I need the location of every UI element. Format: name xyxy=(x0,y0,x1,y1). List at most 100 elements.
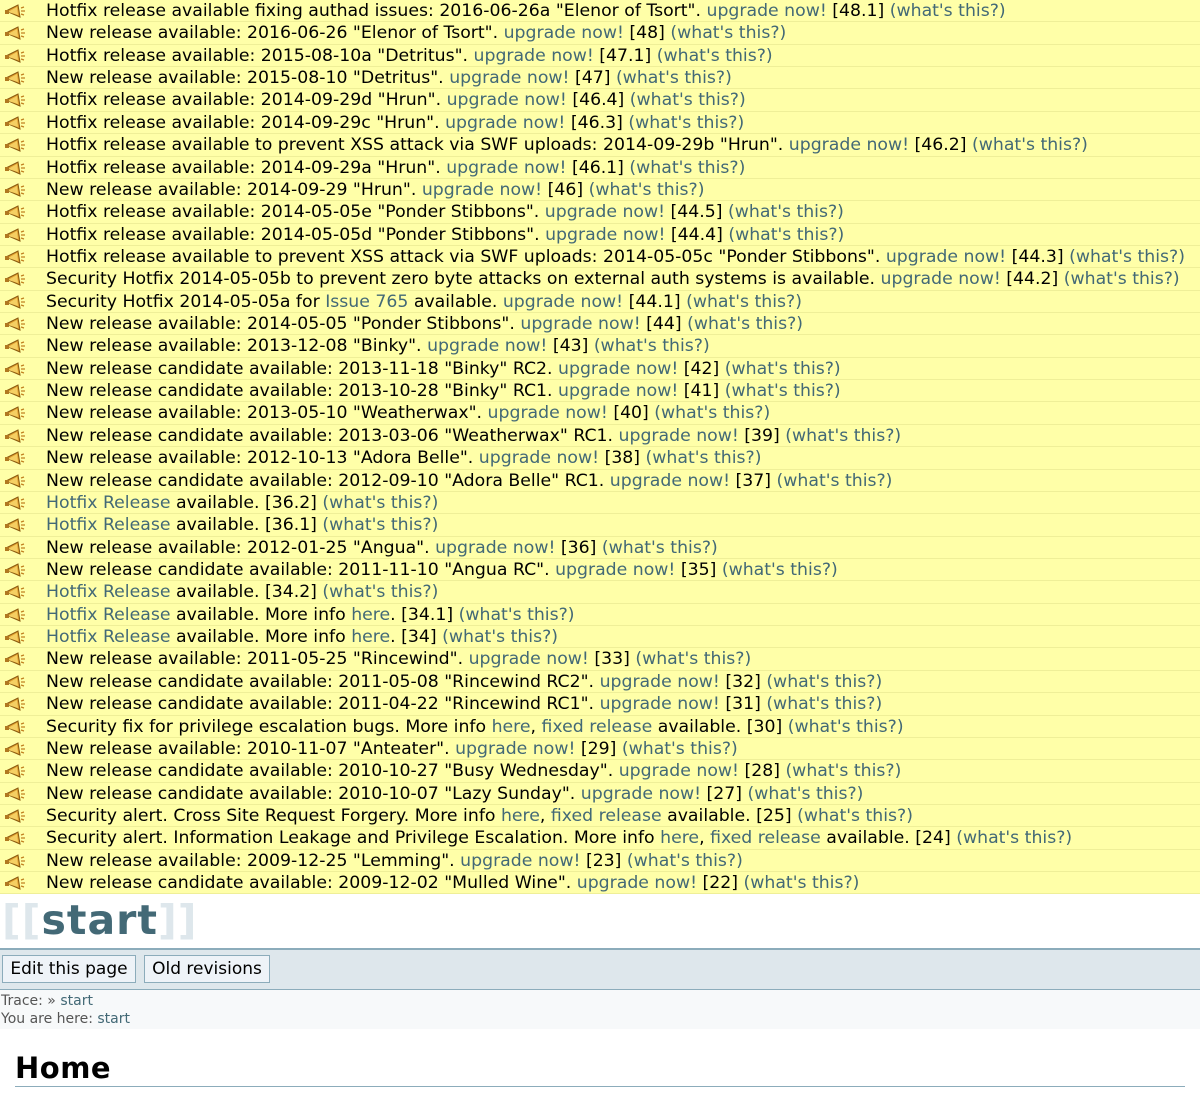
upgrade-now-link[interactable]: upgrade now! xyxy=(520,314,640,334)
upgrade-now-link[interactable]: upgrade now! xyxy=(422,180,542,200)
whats-this-link[interactable]: (what's this?) xyxy=(956,828,1072,848)
upgrade-now-link[interactable]: upgrade now! xyxy=(427,336,547,356)
upgrade-now-link[interactable]: upgrade now! xyxy=(558,381,678,401)
upgrade-now-link[interactable]: upgrade now! xyxy=(460,851,580,871)
whats-this-link[interactable]: (what's this?) xyxy=(657,46,773,66)
whats-this-link[interactable]: (what's this?) xyxy=(725,359,841,379)
whats-this-link[interactable]: (what's this?) xyxy=(766,694,882,714)
issue-link[interactable]: Issue 765 xyxy=(325,292,408,312)
whats-this-link[interactable]: (what's this?) xyxy=(972,135,1088,155)
whats-this-link[interactable]: (what's this?) xyxy=(1064,269,1180,289)
upgrade-now-link[interactable]: upgrade now! xyxy=(435,538,555,558)
more-info-link[interactable]: here xyxy=(492,717,531,737)
upgrade-now-link[interactable]: upgrade now! xyxy=(545,202,665,222)
whats-this-link[interactable]: (what's this?) xyxy=(594,336,710,356)
upgrade-now-link[interactable]: upgrade now! xyxy=(619,426,739,446)
whats-this-link[interactable]: (what's this?) xyxy=(627,851,743,871)
whats-this-link[interactable]: (what's this?) xyxy=(322,493,438,513)
whats-this-link[interactable]: (what's this?) xyxy=(654,403,770,423)
whats-this-link[interactable]: (what's this?) xyxy=(629,158,745,178)
whats-this-link[interactable]: (what's this?) xyxy=(728,202,844,222)
whats-this-link[interactable]: (what's this?) xyxy=(687,314,803,334)
whats-this-link[interactable]: (what's this?) xyxy=(797,806,913,826)
upgrade-now-link[interactable]: upgrade now! xyxy=(789,135,909,155)
upgrade-now-link[interactable]: upgrade now! xyxy=(488,403,608,423)
whats-this-link[interactable]: (what's this?) xyxy=(589,180,705,200)
upgrade-now-link[interactable]: upgrade now! xyxy=(881,269,1001,289)
wiki-logo[interactable]: [[start]] xyxy=(2,896,197,944)
whats-this-link[interactable]: (what's this?) xyxy=(459,605,575,625)
whats-this-link[interactable]: (what's this?) xyxy=(788,717,904,737)
upgrade-now-link[interactable]: upgrade now! xyxy=(886,247,1006,267)
more-info-link[interactable]: here xyxy=(660,828,699,848)
whats-this-link[interactable]: (what's this?) xyxy=(728,225,844,245)
upgrade-now-link[interactable]: upgrade now! xyxy=(504,23,624,43)
whats-this-link[interactable]: (what's this?) xyxy=(602,538,718,558)
whats-this-link[interactable]: (what's this?) xyxy=(322,515,438,535)
old-revisions-button[interactable]: Old revisions xyxy=(144,955,270,984)
logo-page-name[interactable]: start xyxy=(41,896,158,944)
upgrade-now-link[interactable]: upgrade now! xyxy=(479,448,599,468)
megaphone-icon xyxy=(4,227,25,242)
upgrade-now-link[interactable]: upgrade now! xyxy=(577,873,697,893)
whats-this-link[interactable]: (what's this?) xyxy=(686,292,802,312)
you-are-here-link-start[interactable]: start xyxy=(97,1011,130,1027)
megaphone-icon xyxy=(4,719,25,734)
more-info-link[interactable]: here xyxy=(351,627,390,647)
hotfix-release-link[interactable]: Hotfix Release xyxy=(46,515,170,535)
hotfix-release-link[interactable]: Hotfix Release xyxy=(46,493,170,513)
upgrade-now-link[interactable]: upgrade now! xyxy=(558,359,678,379)
more-info-link[interactable]: here xyxy=(501,806,540,826)
notice-text: [44.3] xyxy=(1006,246,1070,267)
hotfix-release-link[interactable]: Hotfix Release xyxy=(46,627,170,647)
upgrade-now-link[interactable]: upgrade now! xyxy=(474,46,594,66)
upgrade-now-link[interactable]: upgrade now! xyxy=(600,672,720,692)
whats-this-link[interactable]: (what's this?) xyxy=(616,68,732,88)
upgrade-now-link[interactable]: upgrade now! xyxy=(449,68,569,88)
upgrade-now-link[interactable]: upgrade now! xyxy=(445,113,565,133)
whats-this-link[interactable]: (what's this?) xyxy=(744,873,860,893)
whats-this-link[interactable]: (what's this?) xyxy=(722,560,838,580)
whats-this-link[interactable]: (what's this?) xyxy=(890,1,1006,21)
whats-this-link[interactable]: (what's this?) xyxy=(766,672,882,692)
whats-this-link[interactable]: (what's this?) xyxy=(670,23,786,43)
whats-this-link[interactable]: (what's this?) xyxy=(777,471,893,491)
edit-page-button[interactable]: Edit this page xyxy=(2,955,136,984)
whats-this-link[interactable]: (what's this?) xyxy=(725,381,841,401)
notice-text: [48.1] xyxy=(826,1,890,21)
upgrade-now-link[interactable]: upgrade now! xyxy=(610,471,730,491)
upgrade-now-link[interactable]: upgrade now! xyxy=(555,560,675,580)
whats-this-link[interactable]: (what's this?) xyxy=(628,113,744,133)
hotfix-release-link[interactable]: Hotfix Release xyxy=(46,582,170,602)
upgrade-now-link[interactable]: upgrade now! xyxy=(446,158,566,178)
whats-this-link[interactable]: (what's this?) xyxy=(748,784,864,804)
more-info-link[interactable]: here xyxy=(351,605,390,625)
whats-this-link[interactable]: (what's this?) xyxy=(646,448,762,468)
whats-this-link[interactable]: (what's this?) xyxy=(635,649,751,669)
upgrade-now-link[interactable]: upgrade now! xyxy=(503,292,623,312)
whats-this-link[interactable]: (what's this?) xyxy=(622,739,738,759)
whats-this-link[interactable]: (what's this?) xyxy=(442,627,558,647)
trace-link-start[interactable]: start xyxy=(60,993,93,1009)
upgrade-now-link[interactable]: upgrade now! xyxy=(600,694,720,714)
fixed-release-link[interactable]: fixed release xyxy=(542,717,653,737)
megaphone-icon xyxy=(4,786,25,801)
upgrade-now-link[interactable]: upgrade now! xyxy=(545,225,665,245)
whats-this-link[interactable]: (what's this?) xyxy=(785,761,901,781)
upgrade-now-link[interactable]: upgrade now! xyxy=(447,90,567,110)
upgrade-now-link[interactable]: upgrade now! xyxy=(707,1,827,21)
fixed-release-link[interactable]: fixed release xyxy=(710,828,821,848)
notice-text: Hotfix release available to prevent XSS … xyxy=(46,135,789,156)
hotfix-release-link[interactable]: Hotfix Release xyxy=(46,605,170,625)
upgrade-now-link[interactable]: upgrade now! xyxy=(581,784,701,804)
upgrade-now-link[interactable]: upgrade now! xyxy=(469,649,589,669)
upgrade-now-link[interactable]: upgrade now! xyxy=(455,739,575,759)
whats-this-link[interactable]: (what's this?) xyxy=(322,582,438,602)
notice-text: New release candidate available: 2011-04… xyxy=(46,694,600,715)
upgrade-now-link[interactable]: upgrade now! xyxy=(619,761,739,781)
logo-bracket-open: [[ xyxy=(2,896,42,945)
fixed-release-link[interactable]: fixed release xyxy=(551,806,662,826)
whats-this-link[interactable]: (what's this?) xyxy=(1069,247,1185,267)
whats-this-link[interactable]: (what's this?) xyxy=(785,426,901,446)
whats-this-link[interactable]: (what's this?) xyxy=(630,90,746,110)
